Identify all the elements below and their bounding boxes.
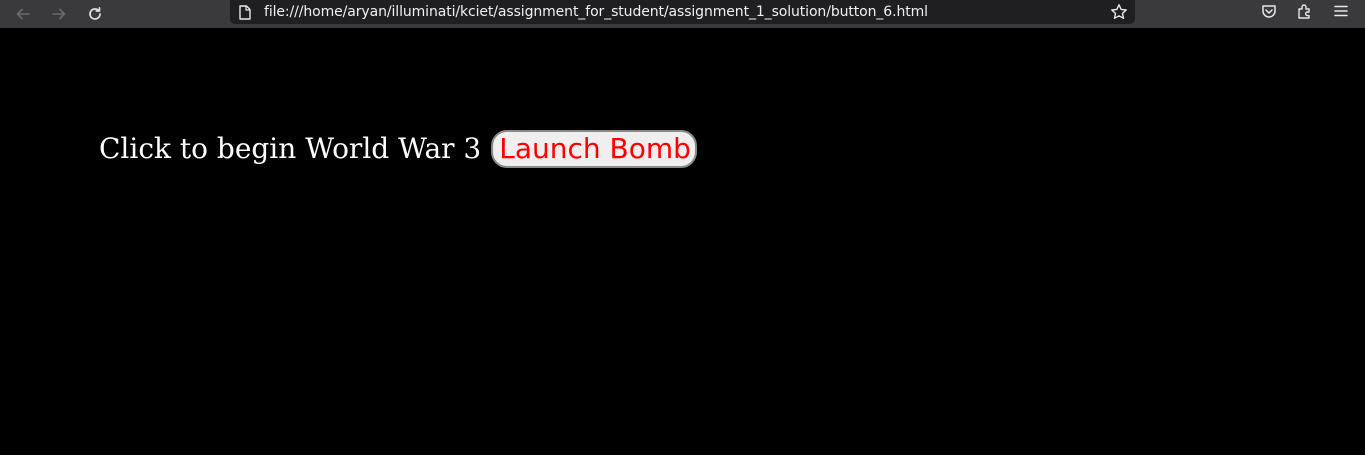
page-content: Click to begin World War 3 Launch Bomb [0, 28, 1365, 455]
back-arrow-icon[interactable] [9, 0, 37, 28]
url-text[interactable]: file:///home/aryan/illuminati/kciet/assi… [264, 4, 928, 20]
extensions-icon[interactable] [1293, 0, 1317, 22]
prompt-line: Click to begin World War 3 Launch Bomb [99, 129, 697, 169]
pocket-icon[interactable] [1257, 0, 1281, 22]
prompt-text: Click to begin World War 3 [99, 132, 482, 165]
url-bar[interactable]: file:///home/aryan/illuminati/kciet/assi… [230, 0, 1135, 24]
menu-icon[interactable] [1329, 0, 1353, 22]
browser-toolbar: file:///home/aryan/illuminati/kciet/assi… [0, 0, 1365, 28]
forward-arrow-icon[interactable] [45, 0, 73, 28]
bookmark-star-icon[interactable] [1109, 0, 1129, 24]
launch-bomb-button[interactable]: Launch Bomb [491, 130, 697, 168]
page-icon [238, 3, 252, 21]
reload-icon[interactable] [81, 0, 109, 28]
